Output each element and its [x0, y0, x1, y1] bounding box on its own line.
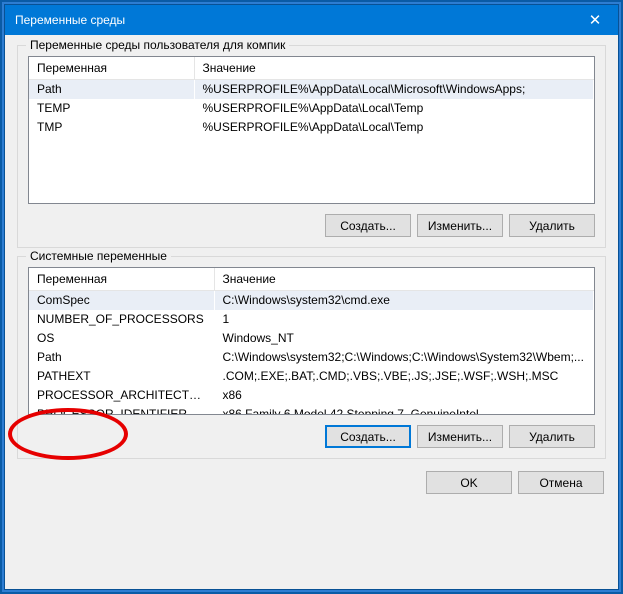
- cell-variable: NUMBER_OF_PROCESSORS: [29, 310, 214, 329]
- system-vars-table[interactable]: Переменная Значение ComSpecC:\Windows\sy…: [28, 267, 595, 415]
- annotation-highlight-ellipse: [8, 408, 128, 460]
- cell-value: .COM;.EXE;.BAT;.CMD;.VBS;.VBE;.JS;.JSE;.…: [214, 367, 594, 386]
- content-area: Переменные среды пользователя для компик…: [5, 35, 618, 589]
- system-delete-button[interactable]: Удалить: [509, 425, 595, 448]
- table-row[interactable]: PathC:\Windows\system32;C:\Windows;C:\Wi…: [29, 348, 594, 367]
- user-create-button[interactable]: Создать...: [325, 214, 411, 237]
- close-icon: ✕: [589, 11, 602, 29]
- user-vars-table[interactable]: Переменная Значение Path%USERPROFILE%\Ap…: [28, 56, 595, 204]
- cell-value: C:\Windows\system32\cmd.exe: [214, 291, 594, 310]
- system-create-button[interactable]: Создать...: [325, 425, 411, 448]
- cell-value: %USERPROFILE%\AppData\Local\Microsoft\Wi…: [194, 80, 594, 99]
- user-delete-button[interactable]: Удалить: [509, 214, 595, 237]
- system-vars-buttons: Создать... Изменить... Удалить: [28, 425, 595, 448]
- cell-variable: ComSpec: [29, 291, 214, 310]
- cell-value: x86: [214, 386, 594, 405]
- window-title: Переменные среды: [15, 13, 572, 27]
- close-button[interactable]: ✕: [572, 5, 618, 35]
- cell-variable: OS: [29, 329, 214, 348]
- cell-value: C:\Windows\system32;C:\Windows;C:\Window…: [214, 348, 594, 367]
- cell-value: %USERPROFILE%\AppData\Local\Temp: [194, 118, 594, 137]
- cell-variable: PATHEXT: [29, 367, 214, 386]
- user-vars-buttons: Создать... Изменить... Удалить: [28, 214, 595, 237]
- cell-variable: Path: [29, 80, 194, 99]
- table-row[interactable]: PROCESSOR_ARCHITECTUREx86: [29, 386, 594, 405]
- table-row[interactable]: ComSpecC:\Windows\system32\cmd.exe: [29, 291, 594, 310]
- table-row[interactable]: PROCESSOR_IDENTIFIERx86 Family 6 Model 4…: [29, 405, 594, 416]
- cancel-button[interactable]: Отмена: [518, 471, 604, 494]
- system-vars-group-label: Системные переменные: [26, 249, 171, 263]
- table-row[interactable]: TMP%USERPROFILE%\AppData\Local\Temp: [29, 118, 594, 137]
- cell-value: 1: [214, 310, 594, 329]
- cell-variable: TEMP: [29, 99, 194, 118]
- user-col-variable[interactable]: Переменная: [29, 57, 194, 80]
- ok-button[interactable]: OK: [426, 471, 512, 494]
- system-edit-button[interactable]: Изменить...: [417, 425, 503, 448]
- sys-col-value[interactable]: Значение: [214, 268, 594, 291]
- user-vars-group-label: Переменные среды пользователя для компик: [26, 38, 289, 52]
- table-row[interactable]: OSWindows_NT: [29, 329, 594, 348]
- user-vars-group: Переменные среды пользователя для компик…: [17, 45, 606, 248]
- dialog-buttons: OK Отмена: [17, 467, 606, 496]
- titlebar: Переменные среды ✕: [5, 5, 618, 35]
- cell-variable: Path: [29, 348, 214, 367]
- cell-variable: PROCESSOR_ARCHITECTURE: [29, 386, 214, 405]
- table-row[interactable]: Path%USERPROFILE%\AppData\Local\Microsof…: [29, 80, 594, 99]
- table-row[interactable]: PATHEXT.COM;.EXE;.BAT;.CMD;.VBS;.VBE;.JS…: [29, 367, 594, 386]
- system-vars-group: Системные переменные Переменная Значение…: [17, 256, 606, 459]
- user-col-value[interactable]: Значение: [194, 57, 594, 80]
- cell-variable: TMP: [29, 118, 194, 137]
- cell-variable: PROCESSOR_IDENTIFIER: [29, 405, 214, 416]
- sys-col-variable[interactable]: Переменная: [29, 268, 214, 291]
- env-vars-dialog: Переменные среды ✕ Переменные среды поль…: [5, 5, 618, 589]
- cell-value: %USERPROFILE%\AppData\Local\Temp: [194, 99, 594, 118]
- table-row[interactable]: TEMP%USERPROFILE%\AppData\Local\Temp: [29, 99, 594, 118]
- cell-value: Windows_NT: [214, 329, 594, 348]
- table-row[interactable]: NUMBER_OF_PROCESSORS1: [29, 310, 594, 329]
- cell-value: x86 Family 6 Model 42 Stepping 7, Genuin…: [214, 405, 594, 416]
- user-edit-button[interactable]: Изменить...: [417, 214, 503, 237]
